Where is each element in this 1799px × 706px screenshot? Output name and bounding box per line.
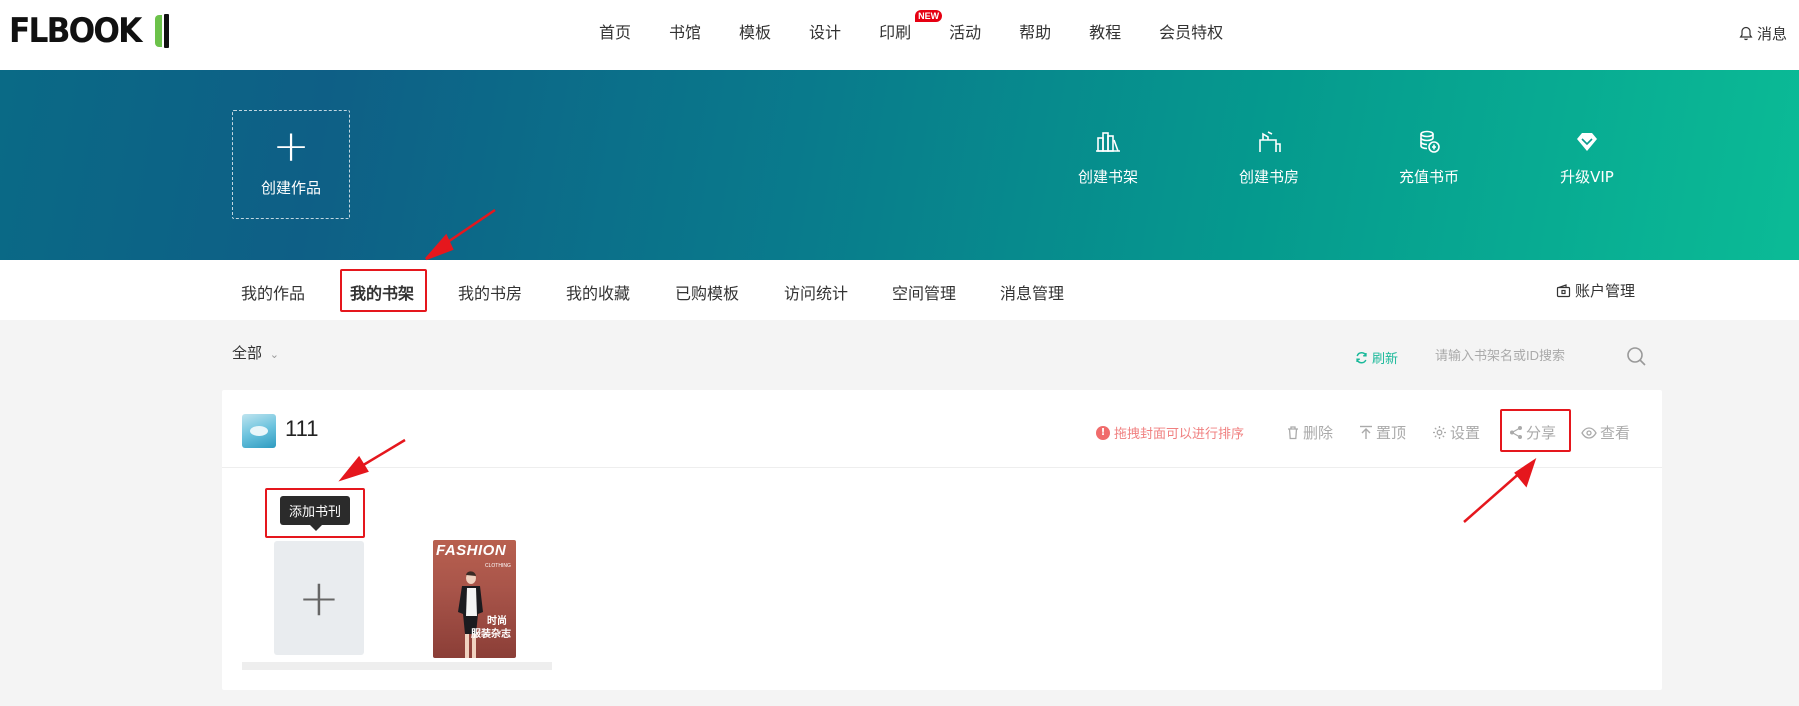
pin-top-icon: [1360, 425, 1372, 439]
eye-icon: [1581, 426, 1597, 439]
share-icon: [1510, 426, 1522, 439]
tab-my-study[interactable]: 我的书房: [458, 280, 522, 304]
nav-item-print[interactable]: 印刷 NEW: [860, 10, 943, 43]
nav-item-design[interactable]: 设计: [790, 19, 860, 43]
view-label: 查看: [1600, 424, 1631, 442]
refresh-button[interactable]: 刷新: [1355, 348, 1398, 367]
gear-icon: [1433, 426, 1446, 439]
sort-hint-text: 拖拽封面可以进行排序: [1114, 427, 1245, 442]
nav-item-templates[interactable]: 模板: [720, 19, 790, 43]
bookshelf-name: 111: [285, 416, 319, 441]
warning-icon: !: [1096, 425, 1110, 440]
bell-icon: [1739, 26, 1753, 41]
tab-my-works[interactable]: 我的作品: [241, 280, 305, 304]
coins-icon: [1420, 130, 1440, 153]
nav-item-library[interactable]: 书馆: [650, 19, 720, 43]
recharge-coins-button[interactable]: 充值书币: [1374, 128, 1484, 187]
nav-item-tutorials[interactable]: 教程: [1070, 19, 1140, 43]
add-book-tooltip: 添加书刊: [280, 496, 351, 531]
tab-my-favorites[interactable]: 我的收藏: [566, 280, 630, 304]
plus-icon: +: [272, 121, 310, 172]
nav-item-home[interactable]: 首页: [580, 19, 650, 43]
delete-label: 删除: [1303, 424, 1334, 442]
shelf-base: [242, 662, 552, 670]
fashion-model-illustration: [458, 571, 483, 658]
hero-banner: + 创建作品 创建书架 创建书房 充值书币 升级VIP: [0, 70, 1799, 260]
tab-space-management[interactable]: 空间管理: [892, 280, 956, 304]
main-nav: 首页 书馆 模板 设计 印刷 NEW 活动 帮助 教程 会员特权: [580, 0, 1242, 62]
account-management-label: 账户管理: [1575, 282, 1636, 300]
settings-button[interactable]: 设置: [1432, 422, 1480, 443]
plus-icon: +: [298, 569, 340, 627]
tab-my-bookshelf[interactable]: 我的书架: [350, 280, 414, 304]
upgrade-vip-label: 升级VIP: [1560, 168, 1614, 186]
settings-label: 设置: [1450, 424, 1481, 442]
create-bookshelf-button[interactable]: 创建书架: [1053, 128, 1163, 187]
category-filter-dropdown[interactable]: 全部 ⌄: [232, 342, 279, 363]
book-cover-text-line2: 服装杂志: [471, 629, 511, 640]
logo-mark-icon: [153, 13, 169, 49]
tab-message-management[interactable]: 消息管理: [1000, 280, 1064, 304]
create-study-room-button[interactable]: 创建书房: [1214, 128, 1324, 187]
nav-item-print-label: 印刷: [879, 23, 912, 42]
create-study-room-label: 创建书房: [1238, 168, 1299, 186]
nav-item-events[interactable]: 活动: [930, 19, 1000, 43]
book-cover[interactable]: FASHION CLOTHING 时尚 服装杂志: [433, 540, 516, 658]
create-bookshelf-label: 创建书架: [1077, 168, 1138, 186]
search-icon[interactable]: [1626, 346, 1647, 367]
diamond-icon: [1577, 133, 1597, 151]
top-header: FLBOOK 首页 书馆 模板 设计 印刷 NEW 活动 帮助 教程 会员特权 …: [0, 0, 1799, 70]
chevron-down-icon: ⌄: [269, 348, 280, 361]
messages-label: 消息: [1756, 25, 1787, 43]
create-work-button[interactable]: + 创建作品: [232, 110, 350, 219]
upgrade-vip-button[interactable]: 升级VIP: [1532, 128, 1642, 187]
share-label: 分享: [1526, 424, 1557, 442]
recharge-coins-label: 充值书币: [1398, 168, 1459, 186]
view-button[interactable]: 查看: [1581, 422, 1630, 443]
pin-top-label: 置顶: [1376, 424, 1407, 442]
book-cover-subtitle: CLOTHING: [485, 563, 511, 569]
book-cover-title: FASHION: [436, 542, 507, 559]
share-button[interactable]: 分享: [1509, 422, 1556, 443]
nav-item-vip-benefits[interactable]: 会员特权: [1140, 19, 1242, 43]
logo-text: FLBOOK: [9, 11, 142, 51]
tab-visit-stats[interactable]: 访问统计: [784, 280, 848, 304]
trash-icon: [1288, 426, 1298, 440]
refresh-icon: [1356, 352, 1367, 364]
pin-top-button[interactable]: 置顶: [1359, 422, 1406, 443]
account-subnav: 我的作品 我的书架 我的书房 我的收藏 已购模板 访问统计 空间管理 消息管理 …: [0, 260, 1799, 320]
bookshelf-thumbnail: [242, 414, 276, 448]
bookshelf-card-header: 111 ! 拖拽封面可以进行排序 删除 置顶 设置 分享 查看: [222, 390, 1662, 468]
add-book-button[interactable]: +: [274, 541, 364, 655]
wallet-icon: [1556, 283, 1571, 297]
account-management-link[interactable]: 账户管理: [1556, 280, 1635, 301]
study-room-icon: [1259, 131, 1281, 152]
nav-item-help[interactable]: 帮助: [1000, 19, 1070, 43]
flbook-logo[interactable]: FLBOOK: [9, 13, 169, 49]
refresh-label: 刷新: [1372, 352, 1399, 367]
create-work-label: 创建作品: [260, 179, 321, 197]
messages-link[interactable]: 消息: [1739, 23, 1787, 44]
sort-hint: ! 拖拽封面可以进行排序: [1096, 423, 1244, 442]
category-filter-value: 全部: [232, 344, 263, 362]
bookshelf-icon: [1096, 132, 1120, 152]
delete-button[interactable]: 删除: [1286, 422, 1333, 443]
tab-purchased-templates[interactable]: 已购模板: [675, 280, 739, 304]
